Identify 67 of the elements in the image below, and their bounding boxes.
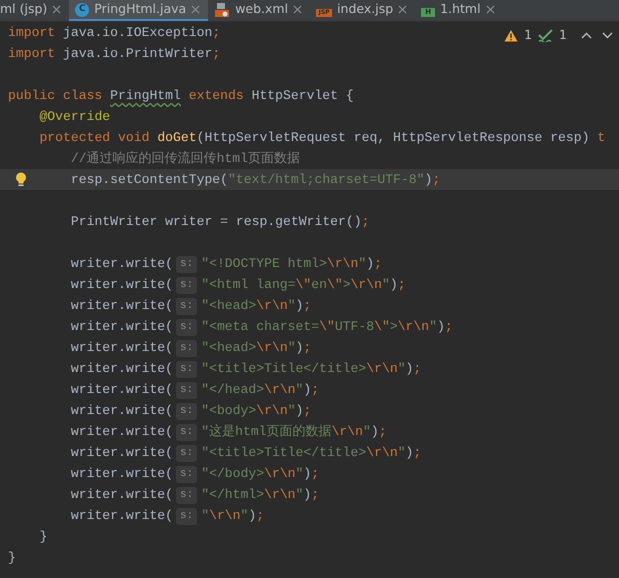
warning-count: 1 (524, 26, 532, 44)
parameter-hint: s: (176, 445, 198, 462)
xml-file-icon (214, 2, 230, 18)
code-line: import java.io.IOException; (8, 25, 220, 40)
previous-button[interactable] (581, 32, 592, 39)
parameter-hint: s: (176, 340, 198, 357)
chevron-down-icon (602, 32, 613, 39)
code-line: } (39, 529, 48, 544)
code-text: writer.write( (70, 466, 174, 481)
code-text: "\r\n"); (201, 508, 264, 523)
parameter-hint: s: (176, 382, 198, 399)
close-icon (486, 5, 495, 14)
parameter-hint: s: (176, 361, 198, 378)
close-icon (293, 5, 302, 14)
code-text: "<title>Title</title>\r\n"); (201, 361, 422, 376)
parameter-hint: s: (176, 508, 198, 525)
code-text: "<head>\r\n"); (201, 298, 312, 313)
parameter-hint: s: (176, 298, 198, 315)
code-line: import java.io.PrintWriter; (8, 46, 220, 61)
code-text: "<meta charset=\"UTF-8\">\r\n"); (201, 319, 453, 334)
parameter-hint: s: (176, 319, 198, 336)
parameter-hint: s: (176, 487, 198, 504)
editor-tab[interactable]: ml (jsp) (0, 0, 70, 21)
code-text: writer.write( (70, 487, 174, 502)
code-text: "<body>\r\n"); (201, 403, 312, 418)
parameter-hint: s: (176, 256, 198, 273)
code-line: resp.setContentType("text/html;charset=UTF-8"); (70, 172, 440, 187)
code-text: writer.write( (70, 319, 174, 334)
code-text: writer.write( (70, 382, 174, 397)
passed-count: 1 (559, 26, 567, 44)
code-line: //通过响应的回传流回传html页面数据 (70, 151, 300, 166)
code-text: writer.write( (70, 424, 174, 439)
code-text: writer.write( (70, 508, 174, 523)
code-text: writer.write( (70, 361, 174, 376)
chevron-up-icon (581, 32, 592, 39)
close-icon (52, 5, 62, 14)
code-line: @Override (39, 109, 110, 124)
code-text: writer.write( (70, 256, 174, 271)
code-text: writer.write( (70, 340, 174, 355)
code-line: protected void doGet(HttpServletRequest req, HttpServletResponse resp) t (39, 130, 606, 145)
code-text: "</head>\r\n"); (201, 382, 320, 397)
code-line: PrintWriter writer = resp.getWriter(); (70, 214, 370, 229)
class-icon: C (75, 2, 90, 16)
code-text: writer.write( (70, 298, 174, 313)
code-text: "<!DOCTYPE html>\r\n"); (201, 256, 382, 271)
parameter-hint: s: (176, 277, 198, 294)
editor-tab[interactable]: C PringHtml.java (69, 0, 208, 21)
code-line: } (8, 550, 16, 565)
code-text: writer.write( (70, 277, 174, 292)
close-icon (398, 5, 408, 14)
editor-tab[interactable]: web.xml (208, 0, 310, 21)
warning-icon (504, 28, 518, 42)
code-text: "<head>\r\n"); (201, 340, 312, 355)
code-text: writer.write( (70, 403, 174, 418)
code-text: "<html lang=\"en\">\r\n"); (201, 277, 406, 292)
parameter-hint: s: (176, 403, 198, 420)
code-text: "这是html页面的数据\r\n"); (201, 424, 387, 439)
check-icon (538, 28, 554, 42)
close-icon (191, 5, 200, 14)
code-text: "</html>\r\n"); (201, 487, 320, 502)
code-text: writer.write( (70, 445, 174, 460)
parameter-hint: s: (176, 424, 198, 441)
next-button[interactable] (602, 32, 613, 39)
code-text: "<title>Title</title>\r\n"); (201, 445, 422, 460)
code-text: "</body>\r\n"); (201, 466, 320, 481)
parameter-hint: s: (176, 466, 198, 483)
code-line: public class PringHtml extends HttpServlet { (8, 88, 354, 103)
